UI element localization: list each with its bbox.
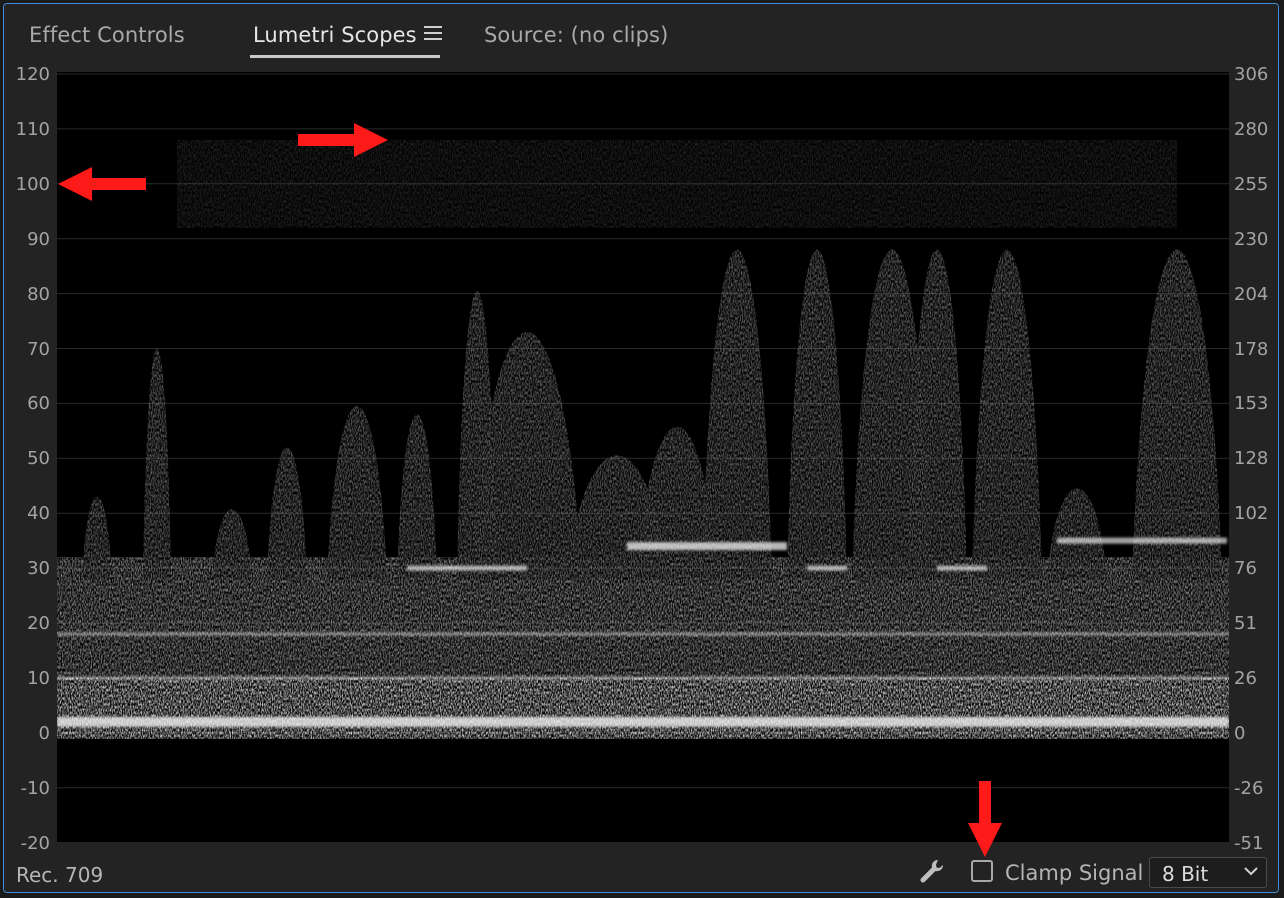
lumetri-scopes-panel: Effect Controls Lumetri Scopes Source: (… — [3, 3, 1279, 893]
active-tab-indicator — [250, 55, 440, 58]
right-axis-tick: 102 — [1234, 503, 1269, 525]
waveform-blob — [972, 249, 1042, 580]
left-axis-tick: 50 — [27, 448, 50, 470]
right-axis-tick: 280 — [1234, 118, 1269, 140]
tab-effect-controls[interactable]: Effect Controls — [29, 23, 185, 47]
panel-menu-icon[interactable] — [424, 26, 442, 42]
left-axis-tick: -20 — [20, 832, 50, 854]
left-axis-tick: 120 — [15, 64, 50, 85]
waveform-blob — [212, 509, 252, 580]
right-axis-tick: 230 — [1234, 228, 1269, 250]
waveform-trace — [57, 73, 1229, 843]
right-axis-tick: 153 — [1234, 393, 1269, 415]
color-space-label: Rec. 709 — [16, 863, 104, 887]
clamp-signal-checkbox[interactable] — [971, 860, 993, 882]
red-arrow-right-annotation — [298, 123, 388, 157]
red-arrow-down-annotation — [968, 781, 1002, 857]
left-axis-tick: 40 — [27, 503, 50, 525]
waveform-blob — [82, 496, 112, 580]
left-axis-tick: 110 — [15, 118, 50, 140]
left-axis-tick: 30 — [27, 558, 50, 580]
waveform-scope[interactable] — [57, 72, 1229, 843]
bit-depth-value: 8 Bit — [1162, 862, 1209, 886]
bit-depth-dropdown[interactable]: 8 Bit — [1149, 857, 1267, 888]
right-axis-tick: 178 — [1234, 338, 1269, 360]
right-axis-tick: 128 — [1234, 448, 1269, 470]
waveform-blob — [57, 677, 1229, 739]
scope-footer: Rec. 709 Clamp Signal 8 Bit — [4, 843, 1278, 892]
chevron-down-icon — [1244, 867, 1258, 876]
right-axis-tick: 76 — [1234, 558, 1257, 580]
waveform-blob — [1132, 249, 1222, 580]
left-axis-tick: 70 — [27, 338, 50, 360]
left-axis-tick: 90 — [27, 228, 50, 250]
left-axis-tick: 20 — [27, 613, 50, 634]
waveform-blob — [397, 414, 437, 580]
waveform-blob — [143, 348, 171, 580]
clamp-signal-label[interactable]: Clamp Signal — [1005, 861, 1143, 885]
right-axis-tick: 255 — [1234, 173, 1269, 195]
tab-source[interactable]: Source: (no clips) — [484, 23, 668, 47]
waveform-blob — [267, 447, 307, 580]
right-axis-tick: 0 — [1234, 722, 1246, 744]
wrench-settings-icon[interactable] — [917, 857, 947, 887]
left-axis-tick: 60 — [27, 393, 50, 415]
left-axis-tick: 80 — [27, 283, 50, 305]
left-axis-tick: 100 — [15, 173, 50, 195]
left-axis-tick: 0 — [38, 722, 50, 744]
right-axis-tick: -26 — [1234, 777, 1264, 799]
waveform-blob — [907, 249, 967, 580]
waveform-blob — [327, 406, 387, 580]
right-axis-tick: 26 — [1234, 667, 1257, 689]
right-axis-tick: 204 — [1234, 283, 1269, 305]
left-axis-tick: 10 — [27, 667, 50, 689]
right-axis-tick: -51 — [1234, 832, 1264, 854]
left-axis-tick: -10 — [20, 777, 50, 799]
waveform-blob — [702, 249, 772, 580]
panel-tab-bar: Effect Controls Lumetri Scopes Source: (… — [4, 4, 1278, 66]
tab-lumetri-scopes[interactable]: Lumetri Scopes — [253, 23, 417, 47]
right-axis-tick: 306 — [1234, 64, 1269, 85]
waveform-blob — [787, 249, 847, 580]
right-axis-tick: 51 — [1234, 613, 1257, 634]
red-arrow-left-annotation — [58, 167, 146, 201]
waveform-blob — [1047, 488, 1107, 580]
